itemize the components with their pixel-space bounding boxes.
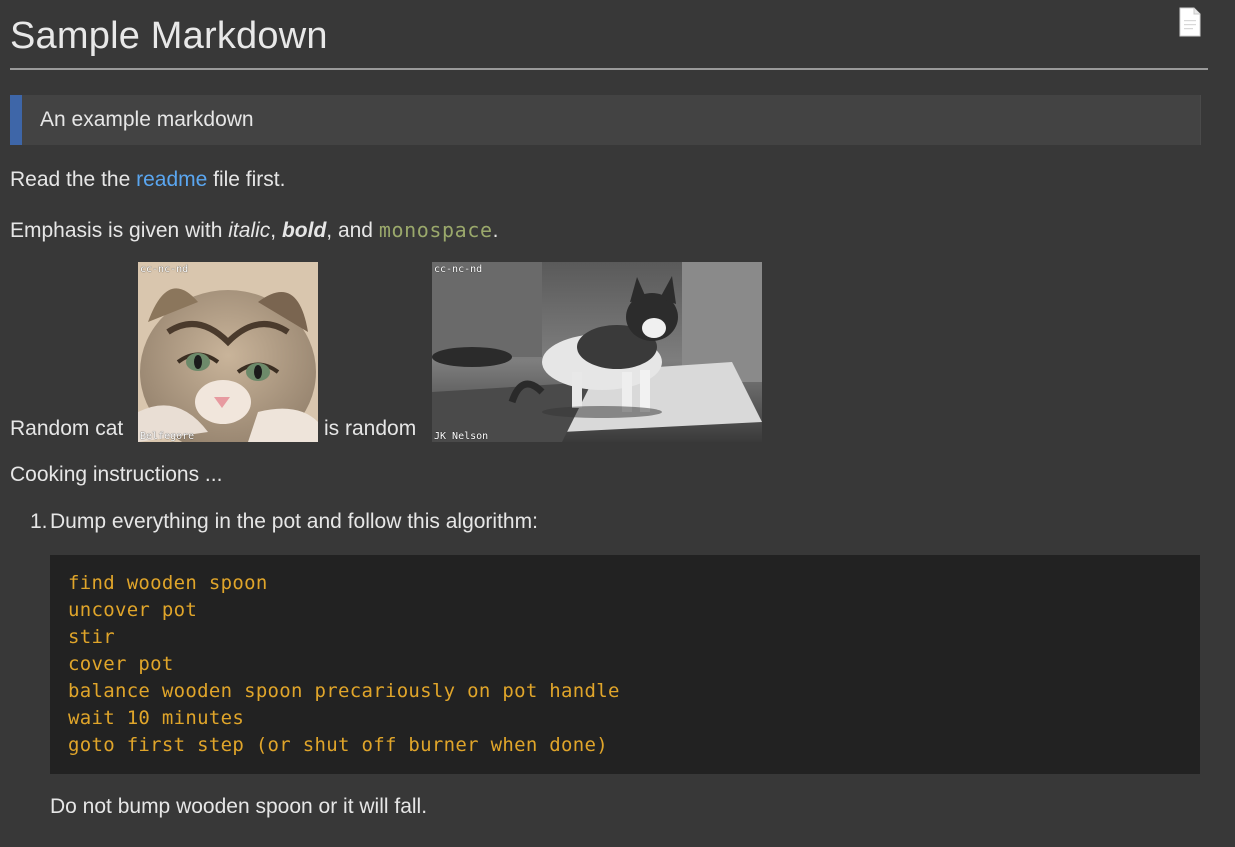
list-item-text: Dump everything in the pot and follow th… (50, 510, 538, 533)
image2-credit-label: JK Nelson (434, 431, 489, 442)
image1-license-label: cc-nc-nd (140, 264, 189, 275)
title-divider (10, 68, 1208, 70)
paragraph-cooking: Cooking instructions ... (10, 463, 223, 486)
kitten-standing-image: cc-nc-nd JK Nelson (432, 262, 762, 442)
code-line: uncover pot (68, 599, 198, 621)
code-line: cover pot (68, 653, 174, 675)
blockquote: An example markdown (10, 95, 1201, 145)
code-block: find wooden spoon uncover pot stir cover… (50, 555, 1200, 774)
kitten-closeup-image: cc-nc-nd Belfegore (138, 262, 318, 442)
image2-license-label: cc-nc-nd (434, 264, 483, 275)
paragraph-readme: Read the the readme file first. (10, 166, 285, 194)
emphasis-sep-1: , (270, 219, 282, 242)
code-line: wait 10 minutes (68, 707, 245, 729)
code-line: goto first step (or shut off burner when… (68, 734, 608, 756)
document-icon[interactable] (1179, 7, 1201, 37)
code-line: balance wooden spoon precariously on pot… (68, 680, 620, 702)
list-item-number: 1. (30, 510, 48, 533)
readme-text-before: Read the the (10, 168, 137, 191)
blockquote-text: An example markdown (40, 108, 254, 131)
monospace-text: monospace (378, 218, 493, 242)
readme-link[interactable]: readme (136, 168, 207, 191)
paragraph-emphasis: Emphasis is given with italic, bold, and… (10, 216, 498, 245)
emphasis-sep-2: , and (326, 219, 379, 242)
is-random-text: is random (324, 417, 417, 440)
readme-text-after: file first. (207, 168, 286, 191)
page-title: Sample Markdown (10, 15, 328, 57)
cat-images-row: Random cat cc-nc-nd Belfegore is random … (10, 262, 810, 442)
emphasis-text-before: Emphasis is given with (10, 219, 229, 242)
emphasis-end: . (492, 219, 499, 242)
image1-credit-label: Belfegore (140, 431, 195, 442)
bold-text: bold (281, 219, 327, 242)
code-line: stir (68, 626, 115, 648)
code-line: find wooden spoon (68, 572, 268, 594)
blockquote-bar (10, 95, 22, 145)
italic-text: italic (228, 219, 271, 242)
paragraph-warning: Do not bump wooden spoon or it will fall… (50, 795, 428, 818)
random-cat-text: Random cat (10, 417, 124, 440)
